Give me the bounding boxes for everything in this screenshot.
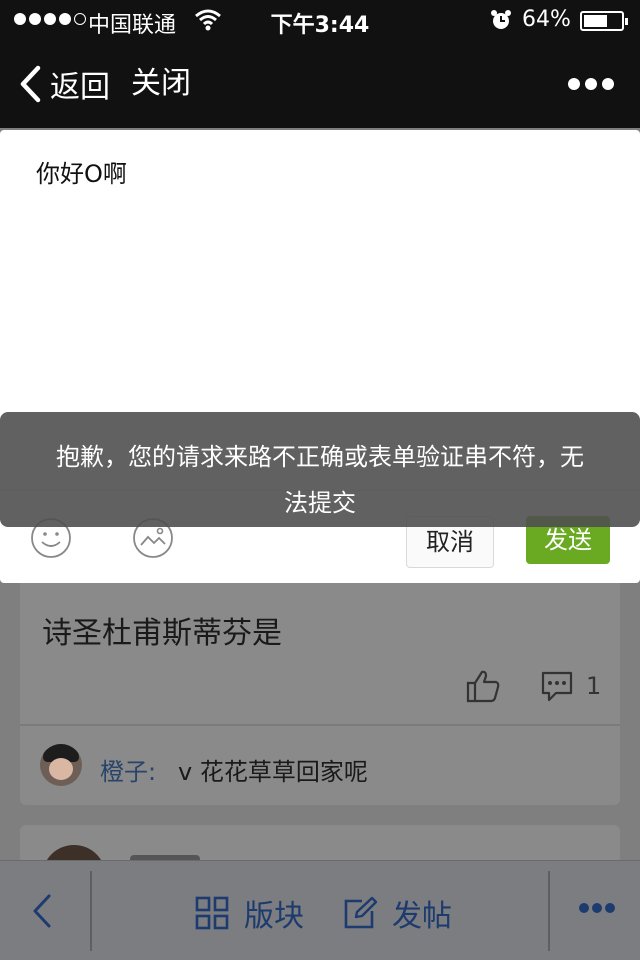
chevron-left-icon[interactable] bbox=[30, 893, 54, 929]
reply-input[interactable]: 你好O啊 bbox=[36, 154, 127, 189]
toast-message: 抱歉，您的请求来路不正确或表单验证串不符，无法提交 bbox=[56, 443, 584, 517]
battery-icon bbox=[580, 11, 628, 31]
battery-percentage: 64% bbox=[522, 7, 571, 32]
post-text: 诗圣杜甫斯蒂芬是 bbox=[42, 616, 282, 651]
grid-icon bbox=[195, 896, 229, 930]
board-label: 版块 bbox=[244, 899, 304, 934]
reply-username[interactable]: 橙子: bbox=[100, 752, 156, 787]
back-button[interactable]: 返回 bbox=[18, 64, 110, 105]
more-icon[interactable] bbox=[566, 74, 616, 94]
nav-bar: 返回 关闭 bbox=[0, 40, 640, 128]
toolbar-divider bbox=[90, 871, 92, 951]
status-bar: 中国联通 下午3:44 64% bbox=[0, 0, 640, 40]
top-bar: 中国联通 下午3:44 64% 返回 关闭 bbox=[0, 0, 640, 128]
back-label: 返回 bbox=[50, 70, 110, 105]
new-post-button[interactable]: 发帖 bbox=[342, 891, 452, 935]
comment-icon[interactable] bbox=[540, 670, 574, 702]
close-button[interactable]: 关闭 bbox=[131, 64, 191, 104]
more-icon[interactable] bbox=[578, 901, 616, 915]
toolbar-divider bbox=[548, 871, 550, 951]
avatar[interactable] bbox=[40, 744, 82, 786]
bottom-toolbar: 版块 发帖 bbox=[0, 860, 640, 960]
chevron-left-icon bbox=[20, 65, 41, 103]
board-button[interactable]: 版块 bbox=[194, 891, 304, 935]
reply-text: v 花花草草回家呢 bbox=[178, 758, 368, 786]
thumbs-up-icon[interactable] bbox=[465, 668, 501, 704]
error-toast: 抱歉，您的请求来路不正确或表单验证串不符，无法提交 bbox=[0, 412, 640, 527]
edit-icon bbox=[344, 896, 378, 929]
new-post-label: 发帖 bbox=[392, 899, 452, 934]
divider bbox=[20, 724, 620, 726]
comment-count: 1 bbox=[586, 672, 602, 700]
alarm-icon bbox=[491, 10, 511, 29]
